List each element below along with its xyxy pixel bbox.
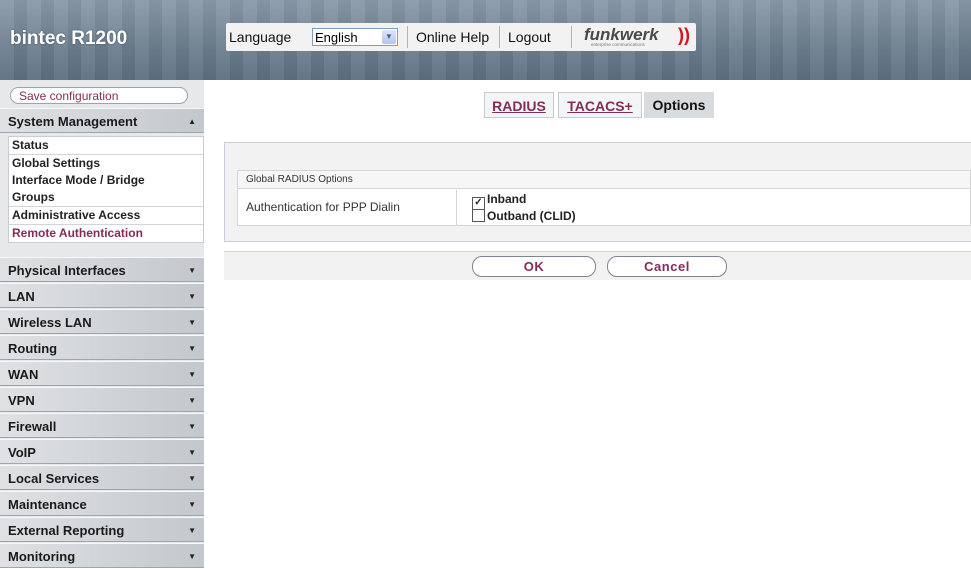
online-help-link[interactable]: Online Help bbox=[416, 23, 489, 51]
sidebar-section-label: Physical Interfaces bbox=[8, 263, 126, 278]
chevron-down-icon: ▼ bbox=[188, 318, 196, 327]
sidebar-section-voip[interactable]: VoIP ▼ bbox=[0, 439, 204, 464]
chevron-down-icon[interactable]: ▼ bbox=[382, 30, 396, 44]
sidebar-section-system-management[interactable]: System Management ▲ bbox=[0, 108, 204, 133]
chevron-down-icon: ▼ bbox=[188, 266, 196, 275]
outband-checkbox[interactable] bbox=[472, 209, 485, 222]
inband-label: Inband bbox=[487, 192, 527, 206]
sidebar-section-external-reporting[interactable]: External Reporting ▼ bbox=[0, 517, 204, 542]
sidebar-section-label: System Management bbox=[8, 114, 138, 129]
inband-option[interactable]: ✓ Inband bbox=[472, 192, 526, 210]
sidebar-item-status[interactable]: Status bbox=[9, 137, 203, 155]
cancel-button[interactable]: Cancel bbox=[607, 256, 727, 277]
toolbar-divider bbox=[571, 26, 572, 48]
language-value: English bbox=[315, 30, 358, 45]
chevron-down-icon: ▼ bbox=[188, 344, 196, 353]
save-configuration-button[interactable]: Save configuration bbox=[10, 87, 188, 104]
outband-option[interactable]: Outband (CLID) bbox=[472, 209, 576, 223]
chevron-down-icon: ▼ bbox=[188, 552, 196, 561]
radius-options-group: Global RADIUS Options Authentication for… bbox=[237, 170, 971, 226]
sidebar-section-wireless-lan[interactable]: Wireless LAN ▼ bbox=[0, 309, 204, 334]
main-content: RADIUS TACACS+ Options Global RADIUS Opt… bbox=[204, 80, 971, 564]
sidebar-section-routing[interactable]: Routing ▼ bbox=[0, 335, 204, 360]
chevron-down-icon: ▼ bbox=[188, 526, 196, 535]
sidebar: Save configuration System Management ▲ S… bbox=[0, 80, 204, 568]
language-select[interactable]: English ▼ bbox=[312, 28, 398, 46]
sidebar-item-global-settings[interactable]: Global Settings bbox=[9, 155, 203, 172]
chevron-down-icon: ▼ bbox=[188, 396, 196, 405]
sidebar-item-groups[interactable]: Groups bbox=[9, 189, 203, 207]
sidebar-section-firewall[interactable]: Firewall ▼ bbox=[0, 413, 204, 438]
brand-tagline: enterprise communications bbox=[591, 42, 645, 47]
top-toolbar: Language English ▼ Online Help Logout fu… bbox=[226, 23, 696, 51]
chevron-up-icon: ▲ bbox=[188, 117, 196, 126]
sidebar-section-lan[interactable]: LAN ▼ bbox=[0, 283, 204, 308]
sidebar-section-label: LAN bbox=[8, 289, 35, 304]
sidebar-section-monitoring[interactable]: Monitoring ▼ bbox=[0, 543, 204, 568]
sidebar-subnav: Status Global Settings Interface Mode / … bbox=[8, 136, 204, 243]
row-divider bbox=[456, 190, 457, 225]
sidebar-section-label: Firewall bbox=[8, 419, 57, 434]
outband-label: Outband (CLID) bbox=[487, 209, 576, 223]
sidebar-section-label: Monitoring bbox=[8, 549, 76, 564]
chevron-down-icon: ▼ bbox=[188, 370, 196, 379]
chevron-down-icon: ▼ bbox=[188, 292, 196, 301]
sidebar-item-interface-mode-bridge[interactable]: Interface Mode / Bridge bbox=[9, 172, 203, 189]
logout-link[interactable]: Logout bbox=[508, 23, 551, 51]
sidebar-section-label: External Reporting bbox=[8, 523, 125, 538]
toolbar-divider bbox=[407, 26, 408, 48]
language-label: Language bbox=[229, 29, 292, 45]
button-bar: OK Cancel bbox=[224, 251, 971, 280]
sidebar-section-label: VoIP bbox=[8, 445, 36, 460]
sidebar-section-label: Wireless LAN bbox=[8, 315, 92, 330]
chevron-down-icon: ▼ bbox=[188, 422, 196, 431]
sidebar-section-label: Routing bbox=[8, 341, 58, 356]
group-title: Global RADIUS Options bbox=[238, 171, 970, 189]
options-panel: Global RADIUS Options Authentication for… bbox=[224, 142, 971, 242]
sidebar-section-label: Local Services bbox=[8, 471, 100, 486]
sidebar-section-vpn[interactable]: VPN ▼ bbox=[0, 387, 204, 412]
chevron-down-icon: ▼ bbox=[188, 474, 196, 483]
header-bar: bintec R1200 Language English ▼ Online H… bbox=[0, 0, 971, 80]
sidebar-section-label: WAN bbox=[8, 367, 39, 382]
chevron-down-icon: ▼ bbox=[188, 500, 196, 509]
sidebar-section-label: Maintenance bbox=[8, 497, 87, 512]
ok-button[interactable]: OK bbox=[472, 256, 596, 277]
sidebar-item-remote-authentication[interactable]: Remote Authentication bbox=[9, 225, 203, 242]
ppp-dialin-auth-label: Authentication for PPP Dialin bbox=[246, 200, 400, 214]
sidebar-section-wan[interactable]: WAN ▼ bbox=[0, 361, 204, 386]
tab-options[interactable]: Options bbox=[644, 92, 714, 118]
brand-waves-icon: )) bbox=[678, 25, 690, 45]
chevron-down-icon: ▼ bbox=[188, 448, 196, 457]
sidebar-section-maintenance[interactable]: Maintenance ▼ bbox=[0, 491, 204, 516]
sidebar-section-label: VPN bbox=[8, 393, 35, 408]
sidebar-section-physical-interfaces[interactable]: Physical Interfaces ▼ bbox=[0, 257, 204, 282]
sidebar-item-administrative-access[interactable]: Administrative Access bbox=[9, 207, 203, 225]
tab-tacacs[interactable]: TACACS+ bbox=[558, 92, 642, 118]
sidebar-section-local-services[interactable]: Local Services ▼ bbox=[0, 465, 204, 490]
tab-radius[interactable]: RADIUS bbox=[484, 92, 554, 118]
app-title: bintec R1200 bbox=[10, 28, 128, 49]
toolbar-divider bbox=[499, 26, 500, 48]
